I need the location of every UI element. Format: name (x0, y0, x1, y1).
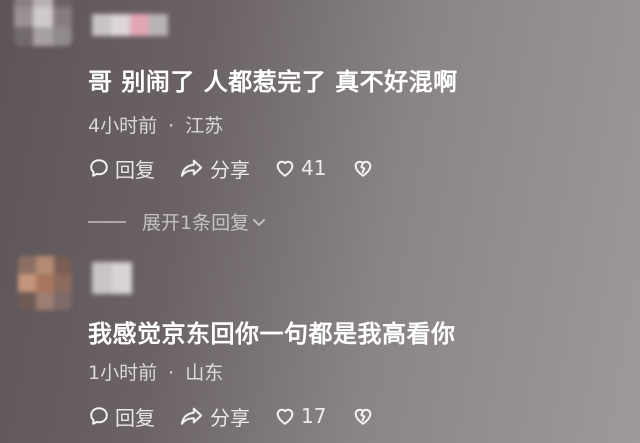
reply-button[interactable]: 回复 (88, 154, 155, 183)
heart-icon (276, 160, 294, 177)
like-count: 41 (301, 156, 327, 180)
reply-label: 回复 (115, 157, 155, 182)
share-button[interactable]: 分享 (179, 154, 250, 183)
reply-label: 回复 (115, 405, 155, 430)
comment-time: 4小时前 (88, 115, 158, 137)
avatar[interactable] (14, 0, 72, 46)
dislike-button[interactable] (352, 157, 379, 179)
comment-bubble-icon (90, 159, 108, 177)
comment-time: 1小时前 (88, 362, 158, 384)
comment-text: 哥 别闹了 人都惹完了 真不好混啊 (88, 68, 458, 96)
comment-item-1: 哥 别闹了 人都惹完了 真不好混啊 4小时前 · 江苏 回复 分享 41 展开1… (0, 0, 640, 240)
broken-heart-icon (355, 408, 372, 425)
comment-location: 山东 (185, 362, 224, 384)
dislike-button[interactable] (352, 405, 379, 427)
comment-bubble-icon (90, 407, 108, 425)
comment-meta: 4小时前 · 江苏 (88, 111, 223, 138)
chevron-down-icon (253, 218, 265, 226)
comment-meta: 1小时前 · 山东 (88, 358, 223, 385)
comment-text: 我感觉京东回你一句都是我高看你 (88, 320, 456, 348)
username-blurred[interactable] (92, 14, 168, 36)
username-blurred[interactable] (92, 262, 132, 294)
like-button[interactable]: 17 (274, 404, 326, 428)
replies-divider (88, 220, 126, 223)
like-count: 17 (301, 404, 327, 428)
share-arrow-icon (180, 159, 203, 177)
share-label: 分享 (210, 157, 250, 182)
broken-heart-icon (355, 160, 372, 177)
share-arrow-icon (180, 407, 203, 425)
meta-separator: · (168, 115, 175, 137)
avatar[interactable] (18, 256, 72, 310)
share-button[interactable]: 分享 (179, 402, 250, 431)
comment-item-2: 我感觉京东回你一句都是我高看你 1小时前 · 山东 回复 分享 17 (0, 240, 640, 443)
comment-actions: 回复 分享 17 (88, 401, 403, 431)
comment-actions: 回复 分享 41 (88, 153, 403, 183)
expand-replies-button[interactable]: 展开1条回复 (88, 208, 267, 235)
like-button[interactable]: 41 (274, 156, 326, 180)
meta-separator: · (168, 362, 175, 384)
expand-replies-label: 展开1条回复 (142, 212, 250, 234)
reply-button[interactable]: 回复 (88, 402, 155, 431)
heart-icon (276, 408, 294, 425)
share-label: 分享 (210, 405, 250, 430)
comment-location: 江苏 (185, 115, 224, 137)
